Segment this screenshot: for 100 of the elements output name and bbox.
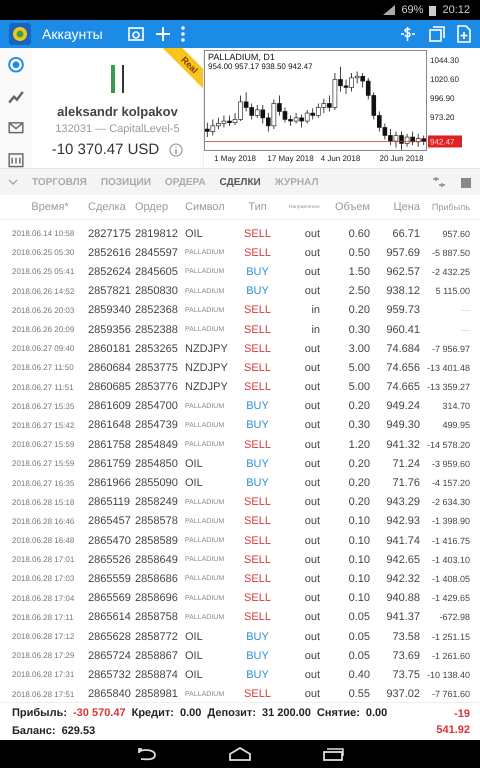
profit-cell-text: — — [460, 305, 470, 316]
time-cell-text: 2018.06.28 15:18 — [12, 498, 76, 507]
profit-cell-text: 957.60 — [441, 228, 470, 239]
type-cell-text: SELL — [243, 515, 272, 528]
direction-cell-text: out — [304, 246, 320, 259]
order-cell-text: 2819812 — [135, 228, 179, 240]
recent-apps-icon[interactable] — [322, 747, 344, 761]
home-icon[interactable] — [228, 747, 252, 761]
volume-cell-text: 0.20 — [348, 496, 370, 508]
direction-cell-text: out — [304, 572, 320, 585]
dollar-exchange-icon[interactable] — [398, 26, 418, 42]
order-cell-text: 2850830 — [135, 285, 179, 298]
volume-cell-text: 0.05 — [348, 650, 370, 662]
deal-cell-text: 2865119 — [88, 496, 132, 508]
tab[interactable]: СДЕЛКИ — [220, 176, 261, 188]
profit-cell-text: -7 956.97 — [430, 344, 470, 354]
order-cell-text: 2853776 — [135, 381, 179, 394]
profit-cell-text: -2 432.25 — [430, 266, 470, 277]
deal-cell-text: 2865457 — [88, 515, 132, 528]
chevron-down-icon[interactable] — [8, 178, 18, 186]
direction-cell-text: out — [304, 458, 320, 470]
profit-cell-text: -3 959.60 — [430, 458, 470, 469]
more-icon[interactable] — [180, 26, 185, 42]
price-cell-text: 941.74 — [385, 534, 420, 547]
date-label: 20 Jun 2018 — [380, 154, 424, 163]
price-cell-text: 73.75 — [391, 668, 420, 681]
account-name: aleksandr kolpakov — [57, 104, 178, 119]
time-cell-text: 2018.06.28 17:03 — [12, 574, 76, 584]
profit-cell-text: -1 429.65 — [430, 593, 470, 604]
info-icon[interactable] — [169, 142, 184, 156]
camera-icon[interactable] — [126, 25, 145, 43]
summary-label: Снятие: — [316, 706, 360, 718]
direction-cell-text: out — [304, 515, 320, 528]
order-cell-text: 2854739 — [135, 419, 179, 432]
profit-cell-text: -13 401.48 — [426, 362, 470, 373]
price-cell-text: 74.665 — [385, 381, 420, 394]
time-cell-text: 2018.06.28 17:04 — [12, 594, 76, 603]
direction-cell-text: out — [304, 496, 320, 508]
add-icon[interactable] — [154, 26, 171, 42]
order-cell-text: 2854700 — [135, 400, 179, 412]
volume-cell-text: 0.10 — [348, 534, 370, 547]
type-cell-text: SELL — [243, 496, 272, 508]
order-cell-text: 2852388 — [135, 324, 179, 336]
mail-icon[interactable] — [7, 119, 25, 136]
order-cell-text: 2858867 — [135, 650, 179, 662]
price-cell-text: 938.12 — [385, 285, 420, 298]
type-cell-text: SELL — [243, 342, 272, 355]
column-header[interactable]: Тип — [240, 201, 275, 213]
account-icon[interactable] — [7, 56, 25, 74]
order-cell-text: 2858249 — [135, 496, 179, 508]
app-logo-icon[interactable] — [8, 22, 32, 46]
type-cell-text: SELL — [243, 592, 272, 604]
symbol-cell-text: NZDJPY — [185, 362, 229, 374]
order-cell-text: 2853265 — [135, 342, 179, 355]
date-label: 1 May 2018 — [214, 154, 256, 163]
column-header[interactable]: Объем — [320, 201, 370, 213]
type-cell-text: BUY — [245, 650, 270, 662]
volume-cell-text: 5.00 — [348, 381, 370, 394]
symbol-cell-text: OIL — [185, 228, 204, 240]
volume-cell-text: 3.00 — [348, 342, 370, 355]
column-header[interactable]: Символ — [185, 201, 240, 213]
tab[interactable]: ОРДЕРА — [164, 176, 206, 188]
tab[interactable]: ПОЗИЦИИ — [100, 176, 151, 188]
time-cell-text: 2018.06.14 10:58 — [12, 229, 76, 238]
column-header[interactable]: Время* — [12, 201, 88, 213]
column-header[interactable]: Прибыль — [420, 202, 470, 212]
order-cell-text: 2845597 — [135, 246, 179, 259]
direction-cell-text: out — [304, 592, 320, 604]
volume-cell-text: 0.60 — [348, 228, 370, 240]
volume-cell-text: 0.55 — [348, 688, 370, 700]
tab[interactable]: ТОРГОВЛЯ — [32, 176, 87, 188]
sort-icon[interactable] — [432, 176, 446, 188]
back-icon[interactable] — [136, 747, 158, 761]
direction-cell-text: in — [310, 324, 320, 336]
price-cell-text: 937.02 — [385, 688, 420, 700]
profit-cell-text: -14 578.20 — [426, 440, 470, 450]
price-cell-text: 73.58 — [391, 630, 420, 643]
time-cell-text: 2018.06.28 17:11 — [12, 612, 75, 622]
profit-cell-text: -13 359.27 — [426, 382, 470, 392]
order-cell-text: 2853775 — [135, 362, 179, 374]
time-cell-text: 2018.06.28 17:51 — [12, 690, 76, 699]
windows-icon[interactable] — [428, 25, 446, 43]
symbol-cell-text: OIL — [185, 458, 204, 470]
price-chart[interactable]: PALLADIUM, D1 954.00 957.17 938.50 942.47 1044.30 1020.60 996.90 973.20 942.47 1 May 2018 17 May 2018 4 Jun 2018 20 Jun 2018 — [204, 48, 480, 168]
type-cell-text: SELL — [243, 228, 272, 240]
order-cell-text: 2852368 — [135, 304, 179, 316]
tab[interactable]: ЖУРНАЛ — [274, 176, 319, 188]
profit-cell-text: -5 887.50 — [430, 248, 470, 258]
column-header[interactable]: Цена — [370, 201, 420, 213]
direction-cell-text: out — [304, 611, 320, 624]
volume-cell-text: 1.50 — [348, 266, 370, 278]
price-cell-text: 73.69 — [391, 650, 420, 662]
time-cell-text: 2018.06.25 05:30 — [12, 248, 76, 258]
new-document-icon[interactable] — [456, 25, 472, 43]
deal-cell-text: 2859340 — [88, 304, 132, 316]
price-cell-text: 942.93 — [385, 515, 420, 528]
column-header[interactable]: Ордер — [135, 201, 185, 213]
price-cell-text: 959.73 — [385, 304, 420, 316]
column-header[interactable]: Сделка — [88, 201, 135, 213]
price-cell-text: 74.656 — [385, 362, 420, 374]
